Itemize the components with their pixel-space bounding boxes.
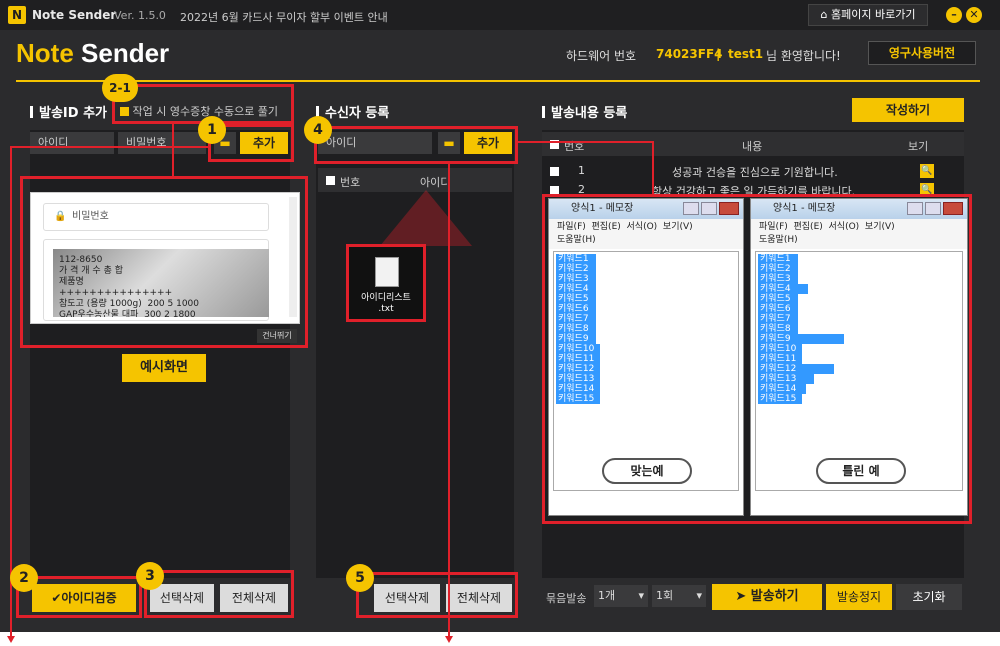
hardware-number: 74023FF4 — [656, 47, 723, 61]
content-row-checkbox[interactable] — [550, 186, 559, 194]
bundle-send-label: 묶음발송 — [546, 592, 587, 605]
annotation-box-4 — [314, 126, 518, 164]
sender-password-input[interactable]: 비밀번호 — [118, 132, 206, 154]
arrow-down-icon — [445, 636, 453, 643]
annotation-box-3 — [144, 570, 294, 618]
content-panel-title: 발송내용 등록 — [542, 102, 627, 121]
annotation-connector — [172, 124, 174, 176]
write-content-button[interactable]: 작성하기 — [852, 98, 964, 122]
content-table-header: 번호 내용 보기 — [542, 132, 964, 156]
chevron-down-icon: ▾ — [696, 589, 702, 602]
annotation-box-notepad — [542, 194, 972, 524]
id-list-file[interactable]: 아이디리스트 .txt — [346, 244, 426, 322]
view-search-icon[interactable]: 🔍 — [920, 164, 934, 178]
send-button[interactable]: ➤ 발송하기 — [712, 584, 822, 610]
recipient-panel-title: 수신자 등록 — [316, 102, 389, 121]
header-divider — [16, 80, 980, 82]
hardware-label: 하드웨어 번호 — [566, 49, 637, 63]
content-row-text: 항상 건강하고 좋은 일 가득하기를 바랍니다. — [652, 185, 856, 194]
app-window: N Note Sender Ver. 1.5.0 2022년 6월 카드사 무이… — [0, 0, 1000, 638]
welcome-text: 님 환영합니다! — [766, 49, 841, 63]
sender-id-input[interactable]: 아이디 — [30, 132, 114, 154]
example-screen-label: 예시화면 — [122, 354, 206, 382]
content-col-view: 보기 — [908, 140, 929, 153]
annotation-connector — [10, 146, 12, 636]
annotation-number-5: 5 — [346, 564, 374, 592]
text-file-icon — [375, 257, 399, 287]
minimize-button[interactable]: – — [946, 7, 962, 23]
content-row-text: 성공과 건승을 진심으로 기원합니다. — [672, 166, 838, 179]
recipient-table-header: 번호 아이디 — [318, 168, 512, 192]
bundle-count-select[interactable]: 1개 ▾ — [594, 585, 648, 607]
content-row-checkbox[interactable] — [550, 167, 559, 176]
reset-button[interactable]: 초기화 — [896, 584, 962, 610]
content-row-num: 1 — [578, 164, 585, 177]
app-name: Note Sender — [32, 8, 117, 22]
annotation-connector — [448, 162, 450, 638]
drag-indicator — [380, 190, 472, 246]
sender-panel-title: 발송ID 추가 — [30, 102, 107, 121]
title-bar: N Note Sender Ver. 1.5.0 2022년 6월 카드사 무이… — [0, 0, 1000, 30]
annotation-connector — [10, 146, 210, 148]
annotation-box-5 — [356, 572, 518, 618]
annotation-number-1: 1 — [198, 116, 226, 144]
close-button[interactable]: ✕ — [966, 7, 982, 23]
annotation-connector — [518, 141, 654, 143]
app-logo: N — [8, 6, 26, 24]
content-row[interactable]: 1 성공과 건승을 진심으로 기원합니다. 🔍 — [542, 162, 964, 180]
content-col-text: 내용 — [742, 140, 763, 153]
annotation-number-3: 3 — [136, 562, 164, 590]
permanent-version-button[interactable]: 영구사용버전 — [868, 41, 976, 65]
annotation-number-2: 2 — [10, 564, 38, 592]
recipient-col-num: 번호 — [340, 176, 361, 189]
annotation-number-2-1: 2-1 — [102, 74, 138, 102]
home-button[interactable]: ⌂ 홈페이지 바로가기 — [808, 4, 928, 26]
recipient-select-all-checkbox[interactable] — [326, 176, 335, 185]
notice-link[interactable]: 2022년 6월 카드사 무이자 할부 이벤트 안내 — [180, 9, 388, 25]
view-search-icon[interactable]: 🔍 — [920, 183, 934, 194]
annotation-box-preview — [20, 176, 308, 348]
app-version: Ver. 1.5.0 — [114, 9, 166, 22]
send-times-select[interactable]: 1회 ▾ — [652, 585, 706, 607]
chevron-down-icon: ▾ — [638, 589, 644, 602]
header-separator: | — [716, 47, 721, 61]
stop-send-button[interactable]: 발송정지 — [826, 584, 892, 610]
user-name: test1 — [728, 47, 764, 61]
annotation-connector — [652, 141, 654, 195]
home-icon: ⌂ — [820, 8, 828, 21]
file-name: 아이디리스트 .txt — [361, 293, 411, 314]
annotation-number-4: 4 — [304, 116, 332, 144]
arrow-down-icon — [7, 636, 15, 643]
content-row[interactable]: 2 항상 건강하고 좋은 일 가득하기를 바랍니다. 🔍 — [542, 182, 964, 194]
paper-plane-icon: ➤ — [735, 589, 747, 604]
brand-logo: Note Sender — [16, 38, 170, 68]
recipient-col-id: 아이디 — [420, 176, 451, 189]
content-row-num: 2 — [578, 183, 585, 194]
